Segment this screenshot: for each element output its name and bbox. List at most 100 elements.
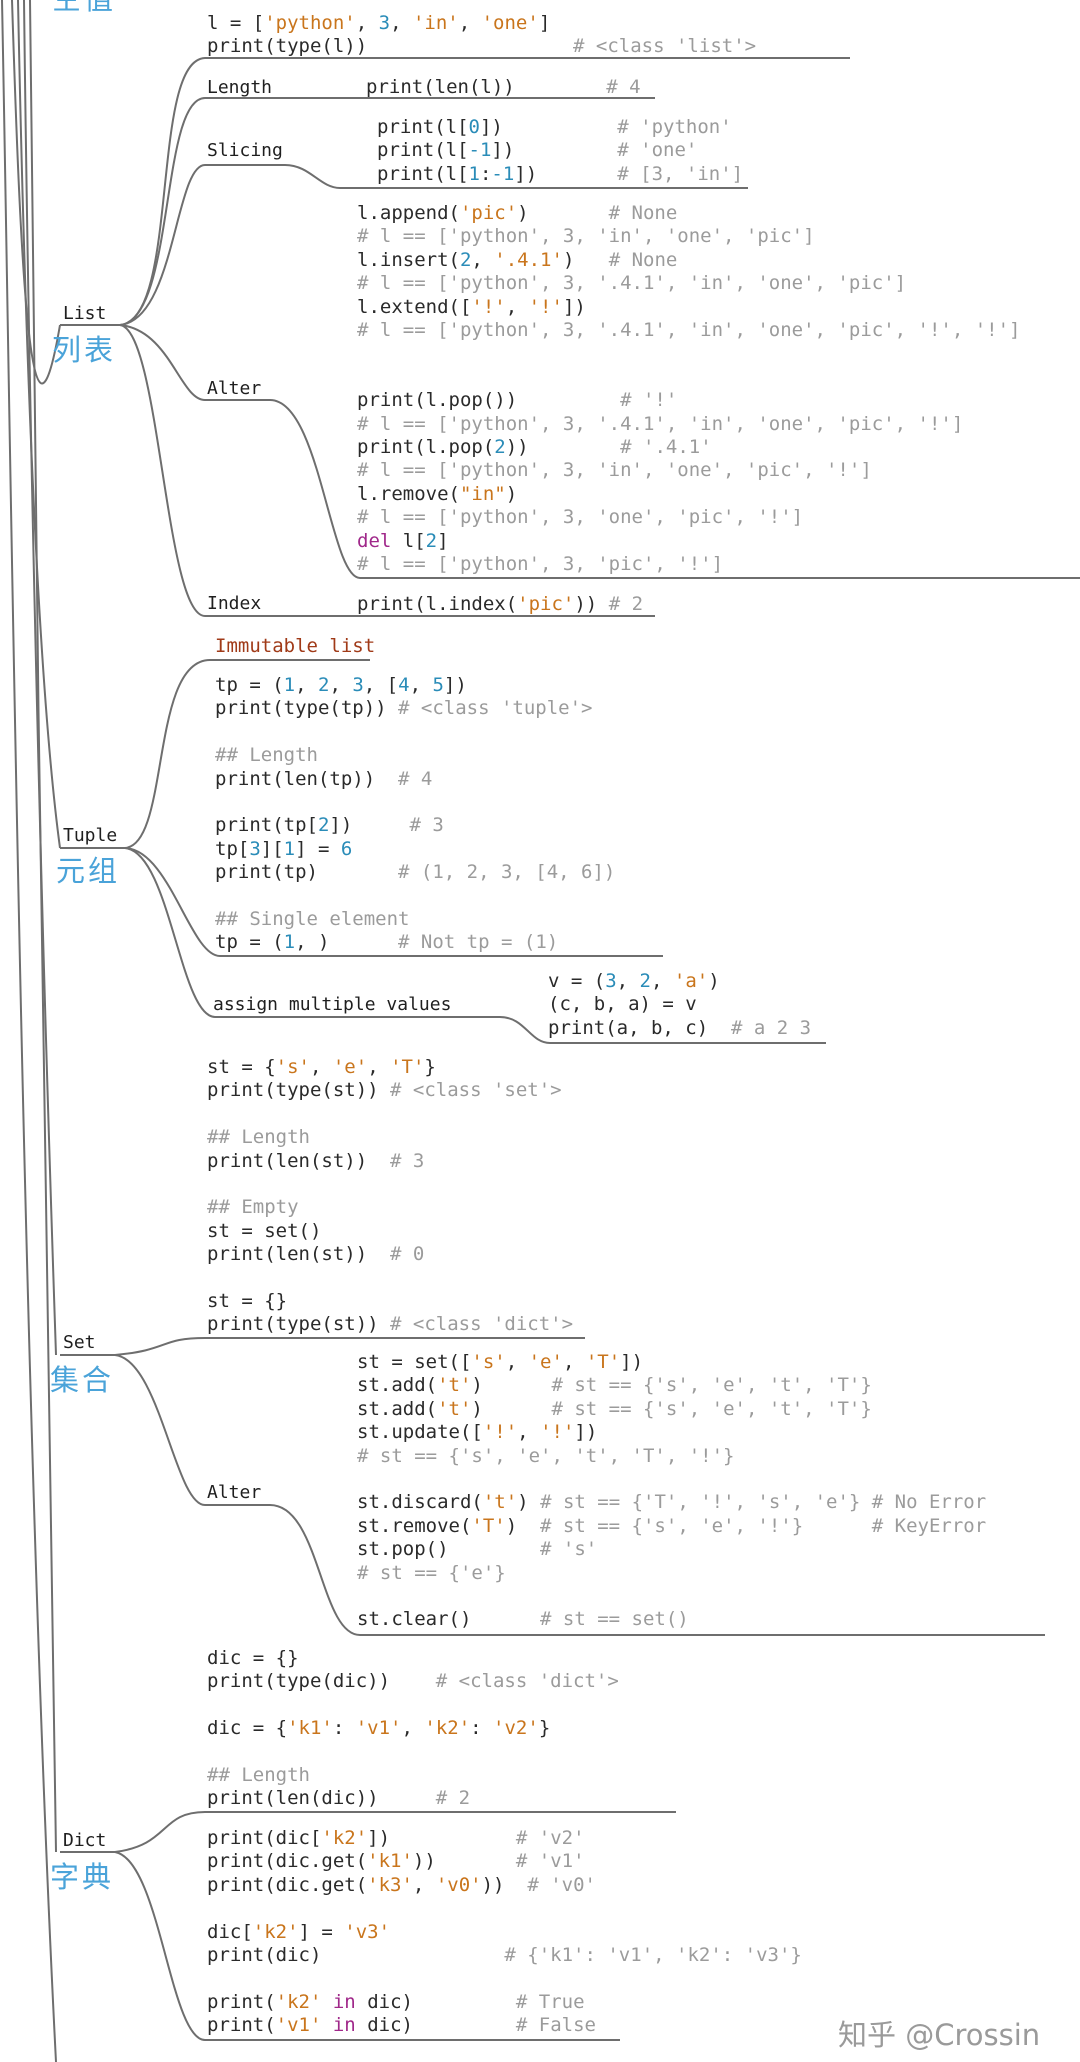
code-line: l.remove("in"): [357, 482, 518, 505]
code-line: print(tp) # (1, 2, 3, [4, 6]): [215, 861, 616, 884]
code-line: print(len(l)) # 4: [366, 76, 641, 98]
dict-label: Dict: [63, 1830, 107, 1851]
code-line: print(type(st)) # <class 'dict'>: [207, 1313, 574, 1336]
code-line: print(l[0]) # 'python': [377, 116, 732, 138]
list-label: List: [63, 303, 107, 324]
list-length-code: print(len(l)) # 4: [366, 76, 641, 99]
code-line: st.pop() # 's': [357, 1538, 598, 1561]
code-line: # l == ['python', 3, 'in', 'one', 'pic',…: [357, 459, 872, 482]
code-line: ​: [215, 721, 615, 744]
code-line: l.extend(['!', '!']): [357, 295, 586, 318]
code-line: print(l.pop(2)) # '.4.1': [357, 436, 712, 459]
code-line: ​: [215, 885, 615, 908]
code-line: print(type(st)) # <class 'set'>: [207, 1079, 562, 1102]
code-line: ​: [207, 1694, 619, 1717]
code-line: ## Length: [207, 1126, 310, 1149]
code-line: ## Length: [215, 744, 318, 767]
code-line: ​: [207, 1173, 573, 1196]
code-line: print(dic.get('k3', 'v0')) # 'v0': [207, 1873, 596, 1896]
code-line: st.add('t') # st == {'s', 'e', 't', 'T'}: [357, 1374, 872, 1397]
code-line: # st == {'s', 'e', 't', 'T', '!'}: [357, 1444, 735, 1467]
tuple-assign-code: v = (3, 2, 'a') (c, b, a) = v print(a, b, …: [548, 970, 811, 1040]
code-line: # l == ['python', 3, 'in', 'one', 'pic']: [357, 225, 815, 248]
code-line: ## Single element: [215, 908, 410, 931]
code-line: tp = (1, ) # Not tp = (1): [215, 931, 559, 954]
tuple-label: Tuple: [63, 825, 118, 846]
code-line: ​: [207, 1103, 573, 1126]
code-line: st.remove('T') # st == {'s', 'e', '!'} #…: [357, 1514, 987, 1537]
code-line: ​: [357, 342, 1020, 365]
set-label: Set: [63, 1332, 96, 1353]
set-label-zh: 集合: [50, 1363, 115, 1397]
header-partial-label: 空值: [52, 0, 116, 16]
code-line: # l == ['python', 3, 'one', 'pic', '!']: [357, 506, 804, 529]
code-line: l = ['python', 3, 'in', 'one']: [207, 12, 551, 34]
code-line: st.update(['!', '!']): [357, 1421, 598, 1444]
code-line: l.insert(2, '.4.1') # None: [357, 248, 678, 271]
tuple-assign-label: assign multiple values: [213, 994, 452, 1015]
code-line: # st == {'e'}: [357, 1561, 506, 1584]
code-line: print(type(dic)) # <class 'dict'>: [207, 1670, 619, 1693]
code-line: # l == ['python', 3, '.4.1', 'in', 'one'…: [357, 319, 1021, 342]
watermark: 知乎 @Crossin: [838, 2018, 1041, 2052]
code-line: st.add('t') # st == {'s', 'e', 't', 'T'}: [357, 1397, 872, 1420]
code-line: print(l[1:-1]) # [3, 'in']: [377, 162, 744, 185]
set-intro-code: st = {'s', 'e', 'T'} print(type(st)) # <c…: [207, 1056, 573, 1337]
code-line: dic['k2'] = 'v3': [207, 1920, 391, 1943]
code-line: dic = {}: [207, 1647, 299, 1669]
list-intro-code: l = ['python', 3, 'in', 'one'] print(type…: [207, 12, 756, 59]
set-alter-label: Alter: [207, 1482, 262, 1503]
code-line: l.append('pic') # None: [357, 202, 678, 224]
code-line: ​: [207, 1967, 802, 1990]
set-alter-code: st = set(['s', 'e', 'T']) st.add('t') # s…: [357, 1351, 986, 1632]
code-line: print(len(dic)) # 2: [207, 1787, 471, 1810]
code-line: print('v1' in dic) # False: [207, 2014, 596, 2037]
code-line: ​: [207, 1897, 802, 1920]
trunk-set: [23, 0, 57, 1356]
code-line: (c, b, a) = v: [548, 993, 697, 1016]
dict-intro-code: dic = {} print(type(dic)) # <class 'dict'…: [207, 1647, 619, 1811]
code-line: dic = {'k1': 'v1', 'k2': 'v2'}: [207, 1717, 551, 1740]
code-line: st = set(['s', 'e', 'T']): [357, 1351, 644, 1373]
code-line: print(len(tp)) # 4: [215, 767, 433, 790]
code-line: print(tp[2]) # 3: [215, 814, 444, 837]
code-line: ​: [207, 1267, 573, 1290]
tuple-note: Immutable list: [215, 635, 375, 658]
list-length-label: Length: [207, 77, 273, 98]
code-line: tp = (1, 2, 3, [4, 5]): [215, 674, 467, 696]
code-line: ​: [357, 366, 1020, 389]
code-line: # l == ['python', 3, '.4.1', 'in', 'one'…: [357, 412, 964, 435]
code-line: print(type(l)) # <class 'list'>: [207, 35, 757, 58]
code-line: v = (3, 2, 'a'): [548, 970, 720, 992]
code-line: Immutable list: [215, 635, 376, 657]
code-line: print(type(tp)) # <class 'tuple'>: [215, 697, 593, 720]
list-index-code: print(l.index('pic')) # 2: [357, 593, 643, 616]
tuple-code: tp = (1, 2, 3, [4, 5]) print(type(tp)) # …: [215, 674, 615, 955]
code-line: tp[3][1] = 6: [215, 837, 353, 860]
list-slicing-label: Slicing: [207, 140, 283, 161]
tuple-label-zh: 元组: [56, 854, 121, 888]
list-index-label: Index: [207, 593, 262, 614]
code-line: st = {}: [207, 1290, 288, 1313]
code-line: print(l[-1]) # 'one': [377, 139, 698, 162]
code-line: print(len(st)) # 3: [207, 1149, 425, 1172]
code-line: ​: [357, 1468, 986, 1491]
code-line: print(len(st)) # 0: [207, 1243, 425, 1266]
list-label-zh: 列表: [52, 333, 117, 367]
code-line: print(a, b, c) # a 2 3: [548, 1016, 812, 1039]
mind-map: 空值 l = ['python', 3, 'in', 'one']print(t…: [0, 0, 1080, 2062]
code-line: print(dic) # {'k1': 'v1', 'k2': 'v3'}: [207, 1944, 802, 1967]
code-line: st = {'s', 'e', 'T'}: [207, 1056, 436, 1078]
code-line: ## Length: [207, 1764, 310, 1787]
code-line: print('k2' in dic) # True: [207, 1990, 585, 2013]
code-line: print(l.index('pic')) # 2: [357, 593, 644, 615]
code-line: st.discard('t') # st == {'T', '!', 's', …: [357, 1491, 987, 1514]
code-line: st = set(): [207, 1219, 322, 1242]
code-line: print(dic['k2']) # 'v2': [207, 1827, 585, 1849]
code-line: print(dic.get('k1')) # 'v1': [207, 1850, 585, 1873]
code-line: print(l.pop()) # '!': [357, 389, 678, 412]
dict-access-code: print(dic['k2']) # 'v2' print(dic.get('k1…: [207, 1827, 802, 2038]
code-line: del l[2]: [357, 529, 449, 552]
code-line: ​: [207, 1741, 619, 1764]
list-slicing-code: print(l[0]) # 'python' print(l[-1]) # 'on…: [377, 116, 743, 186]
